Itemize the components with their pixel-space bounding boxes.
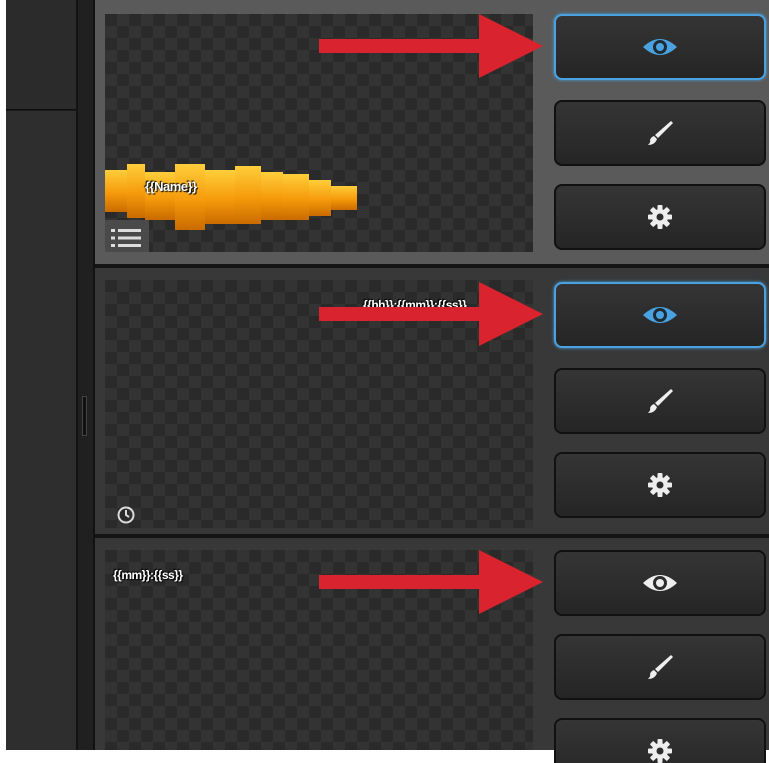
lower-third-graphic-segment <box>261 172 283 220</box>
eye-icon <box>643 39 677 55</box>
lower-third-graphic-segment <box>127 164 145 218</box>
lower-third-graphic-segment <box>205 170 235 224</box>
lower-third-graphic-segment <box>283 174 309 220</box>
layer-row-clock-hhmmss[interactable]: {{hh}}:{{mm}}:{{ss}} <box>95 268 769 534</box>
settings-button[interactable] <box>554 184 766 250</box>
eye-icon <box>643 307 677 323</box>
clock-icon <box>117 506 135 524</box>
lower-third-graphic-segment <box>175 164 205 230</box>
list-icon <box>105 220 149 252</box>
lower-third-graphic-segment <box>235 166 261 224</box>
left-panel-header <box>6 0 76 110</box>
gear-icon <box>648 205 672 229</box>
brush-icon <box>648 121 673 145</box>
brush-icon <box>648 389 673 413</box>
layer-row-clock-mmss[interactable]: {{mm}}:{{ss}} <box>95 538 769 763</box>
brush-icon <box>648 655 673 679</box>
panel-gutter <box>76 0 95 750</box>
brush-button[interactable] <box>554 100 766 166</box>
brush-button[interactable] <box>554 634 766 700</box>
lower-third-graphic-segment <box>331 186 357 210</box>
lower-third-graphic-segment <box>309 180 331 216</box>
eye-button[interactable] <box>554 282 766 348</box>
template-name-text: {{Name}} <box>145 179 197 194</box>
left-panel <box>6 111 76 750</box>
annotation-arrow <box>319 282 543 346</box>
settings-button[interactable] <box>554 718 766 763</box>
layer-row-lower-third[interactable]: {{Name}} <box>95 0 769 264</box>
gear-icon <box>648 473 672 497</box>
eye-button[interactable] <box>554 550 766 616</box>
settings-button[interactable] <box>554 452 766 518</box>
template-time-text: {{mm}}:{{ss}} <box>113 568 183 582</box>
annotation-arrow <box>319 550 543 614</box>
annotation-arrow <box>319 14 543 78</box>
eye-button[interactable] <box>554 14 766 80</box>
gear-icon <box>648 739 672 763</box>
eye-icon <box>643 575 677 591</box>
panel-splitter-handle[interactable] <box>82 396 87 436</box>
brush-button[interactable] <box>554 368 766 434</box>
lower-third-graphic <box>105 170 127 212</box>
